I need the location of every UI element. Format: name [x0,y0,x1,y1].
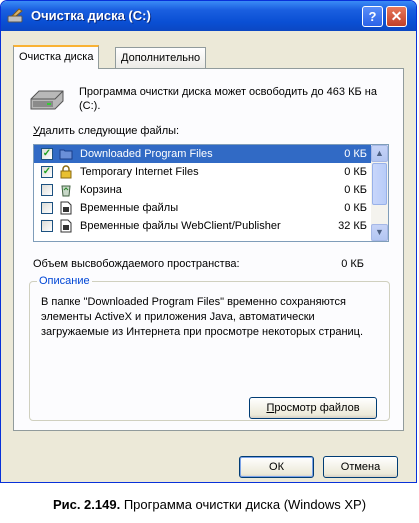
window-title: Очистка диска (C:) [31,8,151,23]
list-item[interactable]: Корзина 0 КБ [34,181,371,199]
help-button[interactable]: ? [362,6,383,27]
chevron-down-icon: ▼ [375,227,384,237]
close-icon: ✕ [390,8,403,24]
figure-caption: Рис. 2.149. Программа очистки диска (Win… [0,497,419,512]
hard-drive-icon [30,90,64,110]
tab-advanced[interactable]: Дополнительно [115,47,207,68]
files-list[interactable]: ✓ Downloaded Program Files 0 КБ ✓ Tempor… [33,144,389,242]
space-value: 0 КБ [341,258,364,270]
view-files-button[interactable]: Просмотр файлов [249,397,377,419]
folder-icon [59,149,73,160]
caption-number: Рис. 2.149. [52,497,121,512]
file-name: Downloaded Program Files [78,145,215,163]
checkbox[interactable]: ✓ [41,166,53,178]
info-text: Программа очистки диска может освободить… [79,86,377,112]
title-bar[interactable]: Очистка диска (C:) ? ✕ [1,1,416,31]
list-item[interactable]: Временные файлы WebClient/Publisher 32 К… [34,217,371,235]
caption-text: Программа очистки диска (Windows XP) [120,497,367,512]
file-size: 0 КБ [344,184,367,196]
view-files-label: росмотр файлов [274,402,360,414]
file-name: Temporary Internet Files [80,166,199,178]
scroll-thumb[interactable] [372,163,387,205]
recycle-bin-icon [61,185,71,197]
lock-icon [60,165,72,179]
description-text: В папке "Downloaded Program Files" време… [41,296,364,338]
file-name: Корзина [80,184,122,196]
delete-files-label: Удалить следующие файлы: [33,125,179,137]
file-size: 32 КБ [338,220,367,232]
file-name: Временные файлы WebClient/Publisher [80,220,281,232]
cancel-button[interactable]: Отмена [323,456,398,478]
scroll-up-button[interactable]: ▲ [371,145,388,162]
description-title: Описание [37,275,92,287]
list-scrollbar[interactable]: ▲ ▼ [371,145,388,241]
scroll-down-button[interactable]: ▼ [371,224,388,241]
disk-cleanup-window: Очистка диска (C:) ? ✕ Очистка диска Доп… [0,0,417,483]
file-size: 0 КБ [344,148,367,160]
checkbox[interactable] [41,184,53,196]
chevron-up-icon: ▲ [375,148,384,158]
ok-button[interactable]: ОК [239,456,314,478]
checkbox[interactable] [41,202,53,214]
checkbox[interactable] [41,220,53,232]
disk-cleanup-icon [7,8,23,23]
list-item[interactable]: ✓ Temporary Internet Files 0 КБ [34,163,371,181]
file-size: 0 КБ [344,166,367,178]
file-name: Временные файлы [80,202,179,214]
close-button[interactable]: ✕ [386,6,407,27]
list-item[interactable]: ✓ Downloaded Program Files 0 КБ [34,145,371,163]
file-icon [60,219,72,233]
help-icon: ? [368,9,377,24]
space-label: Объем высвобождаемого пространства: [33,258,240,270]
file-icon [60,201,72,215]
list-item[interactable]: Временные файлы 0 КБ [34,199,371,217]
file-size: 0 КБ [344,202,367,214]
delete-files-label-text: далить следующие файлы: [39,125,180,137]
checkbox[interactable]: ✓ [41,148,53,160]
tab-disk-cleanup[interactable]: Очистка диска [13,45,100,69]
